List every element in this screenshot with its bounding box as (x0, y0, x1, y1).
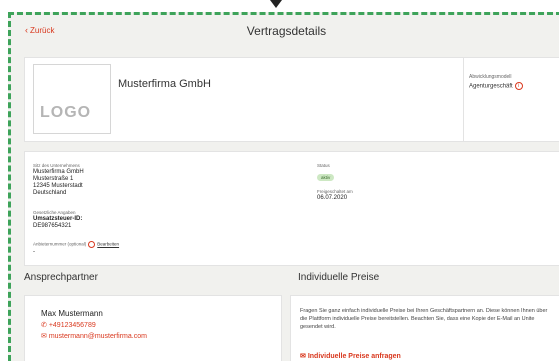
company-logo: LOGO (33, 64, 111, 134)
freigeschaltet-value: 06.07.2020 (317, 195, 348, 201)
gesetz-label: Gesetzliche Angaben (33, 210, 76, 215)
prices-description: Fragen Sie ganz einfach individuelle Pre… (300, 308, 548, 330)
info-icon[interactable]: i (514, 82, 523, 90)
warning-icon (88, 241, 96, 248)
contact-name: Max Mustermann (41, 309, 103, 318)
anbieter-row: Anbieternummer (optional) Bearbeiten (33, 241, 119, 248)
pointer-arrow (270, 0, 282, 8)
prices-section-title: Individuelle Preise (298, 272, 380, 283)
status-label: Status (317, 163, 330, 168)
address-line: Musterfirma GmbH (33, 169, 84, 175)
request-prices-button[interactable]: ✉ Individuelle Preise anfragen (300, 352, 401, 360)
mail-icon: ✉ (41, 333, 47, 340)
company-name: Musterfirma GmbH (118, 78, 211, 90)
mail-icon: ✉ (300, 353, 306, 360)
contact-email[interactable]: ✉ mustermann@musterfirma.com (41, 332, 147, 340)
page-header: ‹ Zurück Vertragsdetails (11, 15, 559, 47)
contact-card: Max Mustermann ✆ +49123456789 ✉ musterma… (24, 295, 282, 361)
freigeschaltet-label: Freigeschaltet am (317, 189, 353, 194)
anbieter-label: Anbieternummer (optional) (33, 241, 87, 247)
request-prices-label: Individuelle Preise anfragen (307, 353, 401, 360)
phone-icon: ✆ (41, 322, 47, 329)
phone-text: +49123456789 (48, 322, 96, 329)
page-frame: ‹ Zurück Vertragsdetails LOGO Musterfirma… (8, 12, 559, 361)
ust-label: Umsatzsteuer-ID: (33, 216, 83, 222)
address-line: 12345 Musterstadt (33, 183, 83, 189)
address-line: Musterstraße 1 (33, 176, 74, 182)
contact-phone[interactable]: ✆ +49123456789 (41, 321, 96, 329)
email-text: mustermann@musterfirma.com (48, 333, 147, 340)
prices-card: Fragen Sie ganz einfach individuelle Pre… (290, 295, 559, 361)
abwicklung-value: Agenturgeschäft i (469, 82, 523, 90)
edit-link[interactable]: Bearbeiten (97, 242, 119, 247)
ust-value: DE987654321 (33, 223, 72, 229)
page-title: Vertragsdetails (246, 24, 327, 38)
anbieter-value: - (33, 249, 35, 255)
divider (463, 58, 464, 141)
status-badge: aktiv (317, 174, 335, 181)
contact-section-title: Ansprechpartner (24, 272, 98, 283)
details-card: Sitz des Unternehmens Musterfirma GmbH M… (24, 151, 559, 266)
sitz-label: Sitz des Unternehmens (33, 163, 80, 168)
company-card: LOGO Musterfirma GmbH Abwicklungsmodell … (24, 57, 559, 142)
sitz-address: Musterfirma GmbH Musterstraße 1 12345 Mu… (33, 169, 84, 197)
abwicklung-label: Abwicklungsmodell (469, 74, 512, 80)
logo-placeholder-text: LOGO (40, 104, 92, 121)
abwicklung-value-text: Agenturgeschäft (469, 83, 513, 90)
address-line: Deutschland (33, 190, 67, 196)
